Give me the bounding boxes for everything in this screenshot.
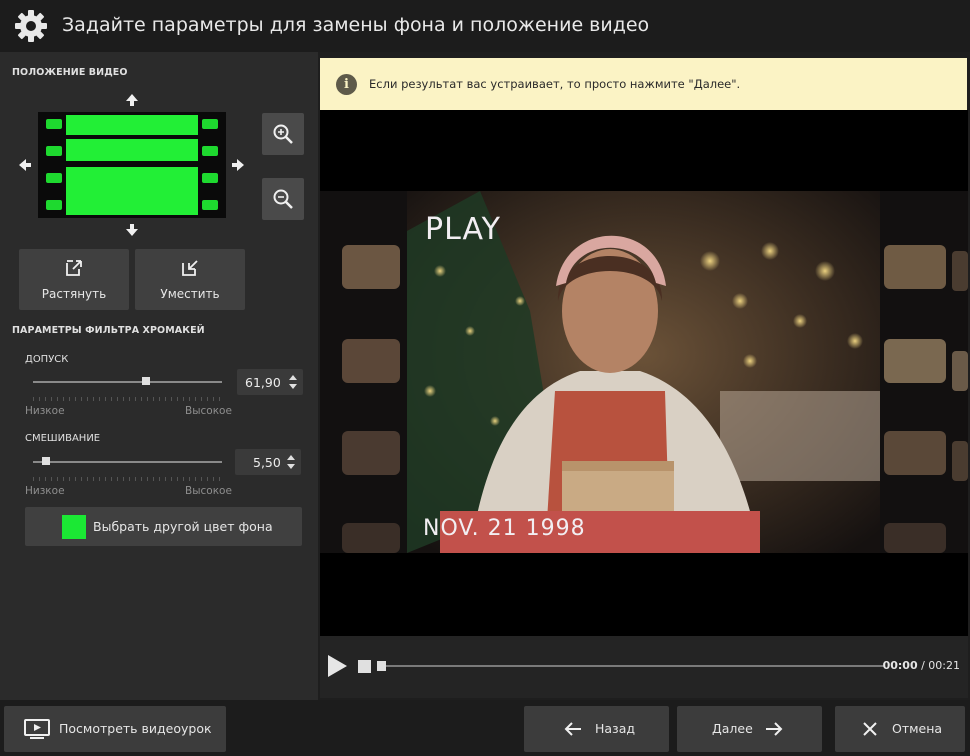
choose-color-label: Выбрать другой цвет фона (93, 519, 273, 534)
fit-label: Уместить (160, 287, 220, 301)
cancel-label: Отмена (892, 721, 943, 736)
info-icon: i (336, 74, 357, 95)
gear-icon (15, 10, 47, 42)
tolerance-high-label: Высокое (185, 405, 232, 417)
blending-label: СМЕШИВАНИЕ (25, 433, 101, 444)
video-preview: PLAY NOV. 21 1998 (320, 110, 968, 636)
stop-button[interactable] (358, 660, 371, 673)
zoom-in-icon (273, 124, 293, 144)
player-controls: 00:00 / 00:21 (320, 636, 968, 698)
video-position-title: ПОЛОЖЕНИЕ ВИДЕО (12, 67, 128, 78)
key-color-swatch (62, 515, 86, 539)
total-time: 00:21 (928, 659, 960, 672)
blending-slider[interactable] (33, 461, 222, 463)
tolerance-ticks (33, 397, 222, 401)
info-notice: i Если результат вас устраивает, то прос… (320, 58, 967, 110)
blending-value: 5,50 (253, 455, 281, 470)
tolerance-slider[interactable] (33, 381, 222, 383)
time-separator: / (917, 659, 929, 672)
blending-low-label: Низкое (25, 485, 65, 497)
close-icon (863, 722, 877, 736)
arrow-right-icon (766, 722, 783, 736)
zoom-out-button[interactable] (262, 178, 304, 220)
spin-arrows-icon[interactable] (289, 373, 297, 391)
overlay-date-text: NOV. 21 1998 (423, 516, 586, 541)
spin-arrows-icon[interactable] (287, 453, 295, 471)
move-down-icon[interactable] (125, 223, 139, 237)
zoom-out-icon (273, 189, 293, 209)
watch-tutorial-label: Посмотреть видеоурок (59, 721, 212, 736)
title-bar: Задайте параметры для замены фона и поло… (0, 0, 970, 52)
preview-panel: i Если результат вас устраивает, то прос… (318, 52, 970, 700)
tolerance-spinbox[interactable]: 61,90 (237, 369, 303, 395)
chromakey-title: ПАРАМЕТРЫ ФИЛЬТРА ХРОМАКЕЙ (12, 325, 205, 336)
blending-high-label: Высокое (185, 485, 232, 497)
current-time: 00:00 (882, 659, 918, 672)
tolerance-slider-thumb[interactable] (142, 377, 151, 385)
video-tutorial-icon (24, 719, 50, 739)
shrink-icon (182, 260, 198, 276)
fit-button[interactable]: Уместить (135, 249, 245, 310)
back-button[interactable]: Назад (524, 706, 669, 752)
choose-color-button[interactable]: Выбрать другой цвет фона (25, 507, 302, 546)
move-up-icon[interactable] (125, 93, 139, 107)
timecode: 00:00 / 00:21 (883, 659, 960, 672)
settings-panel: ПОЛОЖЕНИЕ ВИДЕО Растянуть Уместить ПАРАМ… (0, 52, 318, 700)
cancel-button[interactable]: Отмена (835, 706, 965, 752)
seek-thumb[interactable] (377, 661, 386, 671)
tolerance-value: 61,90 (245, 375, 281, 390)
tolerance-label: ДОПУСК (25, 354, 69, 365)
overlay-play-text: PLAY (425, 212, 501, 247)
video-frame: PLAY NOV. 21 1998 (320, 191, 968, 553)
stretch-button[interactable]: Растянуть (19, 249, 129, 310)
stretch-label: Растянуть (41, 287, 107, 301)
blending-ticks (33, 477, 222, 481)
blending-slider-thumb[interactable] (42, 457, 51, 465)
tolerance-low-label: Низкое (25, 405, 65, 417)
zoom-in-button[interactable] (262, 113, 304, 155)
back-label: Назад (595, 721, 636, 736)
expand-icon (66, 260, 82, 276)
position-preview[interactable] (38, 112, 226, 218)
window-title: Задайте параметры для замены фона и поло… (62, 14, 650, 36)
footer-bar: Посмотреть видеоурок Назад Далее Отмена (0, 700, 970, 756)
watch-tutorial-button[interactable]: Посмотреть видеоурок (4, 706, 226, 752)
move-right-icon[interactable] (231, 158, 245, 172)
notice-text: Если результат вас устраивает, то просто… (369, 77, 741, 91)
move-left-icon[interactable] (18, 158, 32, 172)
next-label: Далее (712, 721, 753, 736)
seek-bar[interactable] (380, 665, 884, 667)
play-icon[interactable] (326, 654, 348, 678)
blending-spinbox[interactable]: 5,50 (235, 449, 301, 475)
arrow-left-icon (564, 722, 581, 736)
next-button[interactable]: Далее (677, 706, 822, 752)
